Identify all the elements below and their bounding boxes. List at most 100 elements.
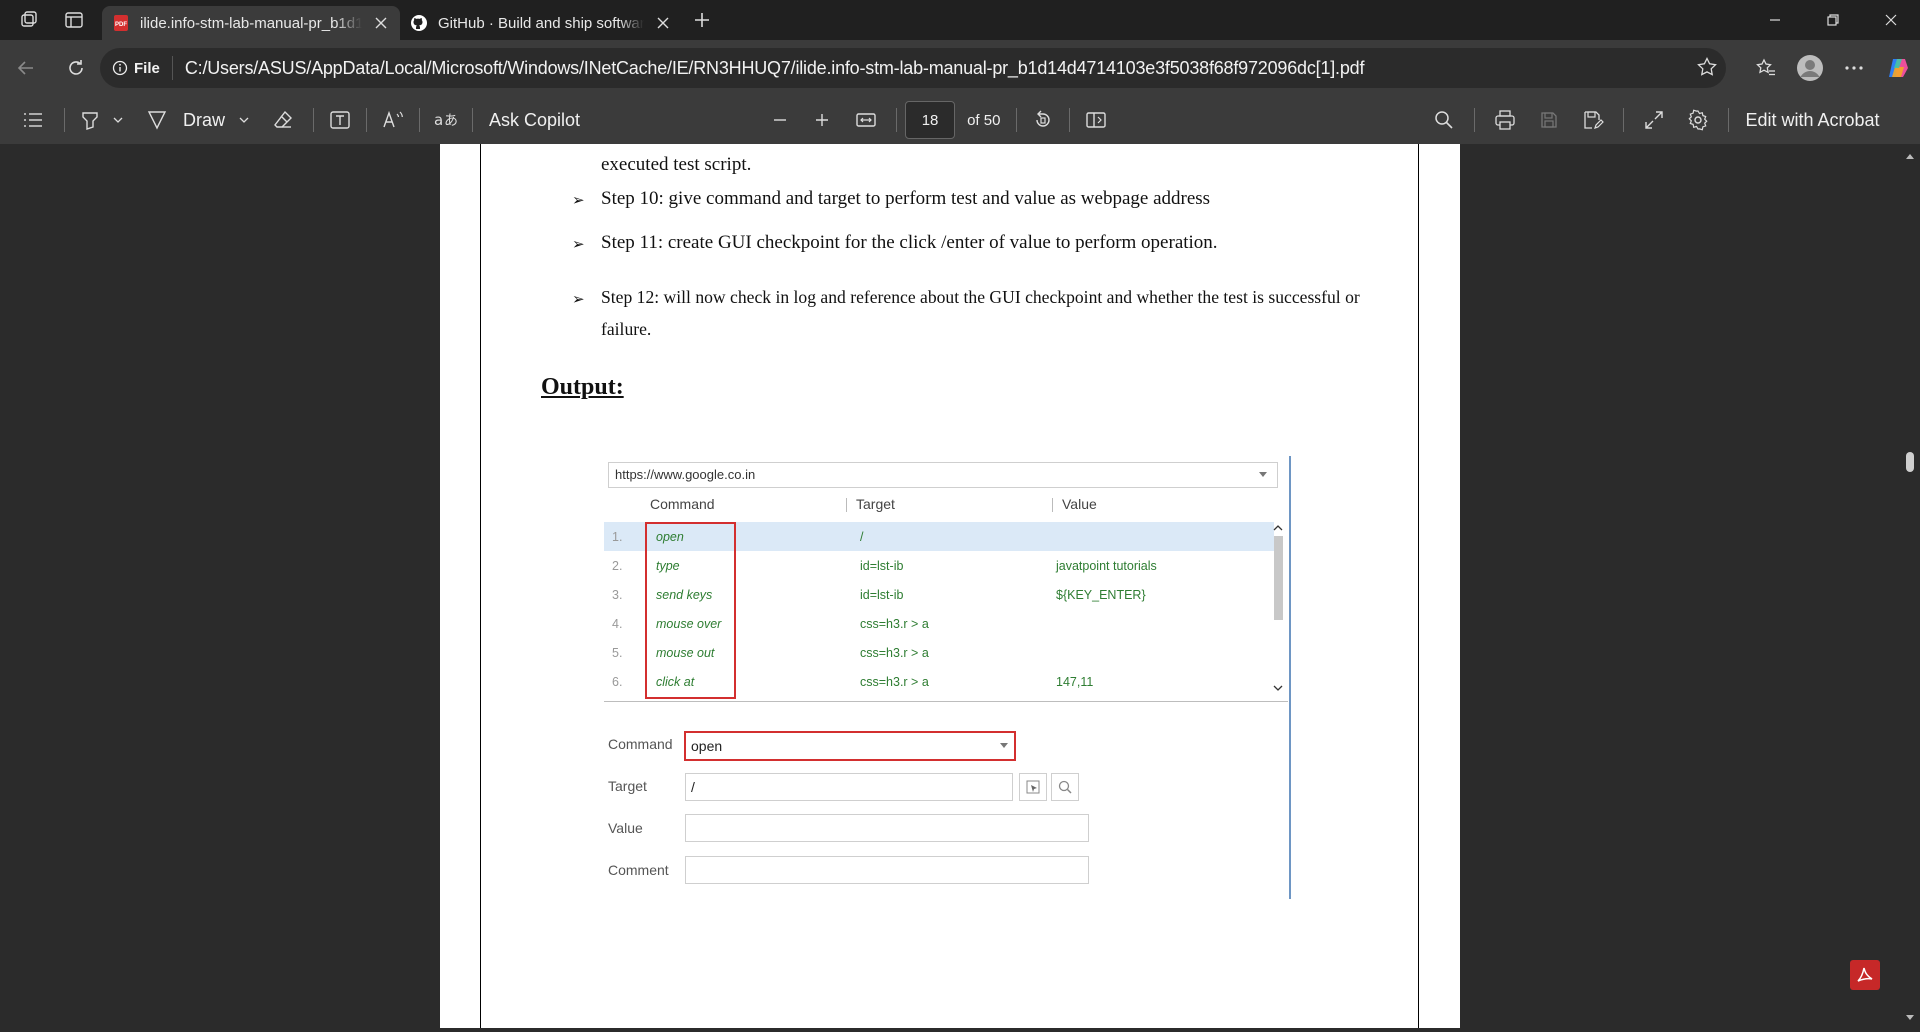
comment-field bbox=[685, 856, 1089, 884]
page-view-icon[interactable] bbox=[1078, 100, 1114, 140]
row-number: 5. bbox=[612, 646, 623, 660]
new-tab-button[interactable] bbox=[682, 0, 722, 40]
save-icon[interactable] bbox=[1527, 100, 1571, 140]
pdf-icon: PDF bbox=[112, 14, 130, 32]
ask-copilot-button[interactable]: Ask Copilot bbox=[481, 100, 588, 140]
close-window-icon[interactable] bbox=[1862, 0, 1920, 40]
column-header-target: Target bbox=[856, 496, 895, 512]
divider bbox=[846, 498, 847, 512]
viewer-scrollbar[interactable] bbox=[1900, 144, 1920, 1032]
address-bar[interactable]: File C:/Users/ASUS/AppData/Local/Microso… bbox=[100, 48, 1726, 88]
info-icon bbox=[112, 60, 128, 76]
save-as-icon[interactable] bbox=[1571, 100, 1615, 140]
doc-line: failure. bbox=[601, 319, 652, 339]
contents-icon[interactable] bbox=[10, 100, 56, 140]
more-options-icon[interactable] bbox=[1832, 48, 1876, 88]
row-value: 147,11 bbox=[1056, 675, 1094, 689]
copilot-icon[interactable] bbox=[1876, 48, 1920, 88]
translate-icon[interactable]: aあ bbox=[428, 100, 464, 140]
svg-text:あ: あ bbox=[444, 113, 458, 129]
pdf-viewer[interactable]: executed test script. ➢ Step 10: give co… bbox=[0, 144, 1920, 1032]
print-icon[interactable] bbox=[1483, 100, 1527, 140]
divider bbox=[1474, 108, 1476, 132]
row-number: 2. bbox=[612, 559, 623, 573]
column-header-command: Command bbox=[650, 496, 715, 512]
tab-strip: PDF ilide.info-stm-lab-manual-pr_b1d14d4… bbox=[0, 0, 1920, 40]
tab-title: GitHub · Build and ship software on a si… bbox=[438, 14, 644, 32]
close-tab-icon[interactable] bbox=[372, 14, 390, 32]
divider bbox=[1052, 498, 1053, 512]
divider bbox=[896, 108, 898, 132]
highlight-icon[interactable] bbox=[73, 100, 107, 140]
svg-text:PDF: PDF bbox=[115, 22, 127, 28]
draw-icon[interactable] bbox=[137, 100, 177, 140]
row-target: css=h3.r > a bbox=[860, 617, 929, 631]
page-number-input[interactable]: 18 bbox=[905, 101, 956, 139]
profile-avatar[interactable] bbox=[1788, 48, 1832, 88]
text-box-icon[interactable] bbox=[322, 100, 358, 140]
acrobat-icon[interactable] bbox=[1850, 960, 1880, 990]
doc-line: executed test script. bbox=[601, 154, 752, 175]
minimize-icon[interactable] bbox=[1746, 0, 1804, 40]
zoom-out-icon[interactable] bbox=[760, 100, 800, 140]
divider bbox=[64, 108, 65, 132]
divider bbox=[1623, 108, 1625, 132]
find-target-icon bbox=[1051, 773, 1079, 801]
row-target: / bbox=[860, 530, 864, 544]
row-value: ${KEY_ENTER} bbox=[1056, 588, 1146, 602]
settings-gear-icon[interactable] bbox=[1676, 100, 1720, 140]
column-header-value: Value bbox=[1062, 496, 1097, 512]
refresh-button[interactable] bbox=[54, 48, 98, 88]
chevron-down-icon[interactable] bbox=[107, 100, 129, 140]
github-icon bbox=[410, 14, 428, 32]
value-label: Value bbox=[608, 820, 643, 836]
zoom-in-icon[interactable] bbox=[800, 100, 844, 140]
select-target-icon bbox=[1019, 773, 1047, 801]
row-value: javatpoint tutorials bbox=[1056, 559, 1157, 573]
back-button[interactable] bbox=[4, 48, 48, 88]
command-label: Command bbox=[608, 736, 673, 752]
divider bbox=[313, 108, 315, 132]
vertical-tabs-icon[interactable] bbox=[52, 0, 96, 40]
chevron-down-icon[interactable] bbox=[231, 100, 257, 140]
row-number: 6. bbox=[612, 675, 623, 689]
command-highlight-box bbox=[645, 522, 736, 699]
restore-icon[interactable] bbox=[1804, 0, 1862, 40]
fit-width-icon[interactable] bbox=[844, 100, 888, 140]
row-target: css=h3.r > a bbox=[860, 646, 929, 660]
tab-github[interactable]: GitHub · Build and ship software on a si… bbox=[400, 6, 682, 40]
browser-right-buttons bbox=[1744, 48, 1920, 88]
panel-divider bbox=[1289, 456, 1291, 899]
bullet-arrow: ➢ bbox=[572, 237, 585, 253]
page-border-left bbox=[480, 144, 481, 1028]
tab-pdf[interactable]: PDF ilide.info-stm-lab-manual-pr_b1d14d4… bbox=[102, 6, 400, 40]
url-text[interactable]: C:/Users/ASUS/AppData/Local/Microsoft/Wi… bbox=[173, 58, 1365, 79]
address-row: File C:/Users/ASUS/AppData/Local/Microso… bbox=[0, 40, 1920, 96]
divider bbox=[472, 108, 474, 132]
row-number: 3. bbox=[612, 588, 623, 602]
base-url-text: https://www.google.co.in bbox=[615, 467, 756, 482]
tab-title: ilide.info-stm-lab-manual-pr_b1d14d47141… bbox=[140, 14, 362, 32]
full-screen-icon[interactable] bbox=[1632, 100, 1676, 140]
doc-line: Step 10: give command and target to perf… bbox=[601, 188, 1211, 209]
row-target: id=lst-ib bbox=[860, 559, 904, 573]
edit-with-acrobat-button[interactable]: Edit with Acrobat bbox=[1737, 100, 1891, 140]
divider bbox=[604, 701, 1288, 702]
search-icon[interactable] bbox=[1422, 100, 1466, 140]
value-field bbox=[685, 814, 1089, 842]
favorite-star-icon[interactable] bbox=[1696, 56, 1718, 78]
row-number: 1. bbox=[612, 530, 623, 544]
workspaces-icon[interactable] bbox=[8, 0, 52, 40]
doc-line: Step 12: will now check in log and refer… bbox=[601, 287, 1360, 307]
read-aloud-icon[interactable] bbox=[375, 100, 411, 140]
draw-button[interactable]: Draw bbox=[177, 100, 231, 140]
close-tab-icon[interactable] bbox=[654, 14, 672, 32]
comment-label: Comment bbox=[608, 862, 669, 878]
bullet-arrow: ➢ bbox=[572, 292, 585, 308]
favorites-icon[interactable] bbox=[1744, 48, 1788, 88]
divider bbox=[419, 108, 421, 132]
selenium-ide-screenshot: https://www.google.co.in Command Target … bbox=[600, 456, 1291, 906]
site-info-button[interactable]: File bbox=[112, 56, 173, 80]
rotate-icon[interactable] bbox=[1025, 100, 1061, 140]
eraser-icon[interactable] bbox=[261, 100, 305, 140]
